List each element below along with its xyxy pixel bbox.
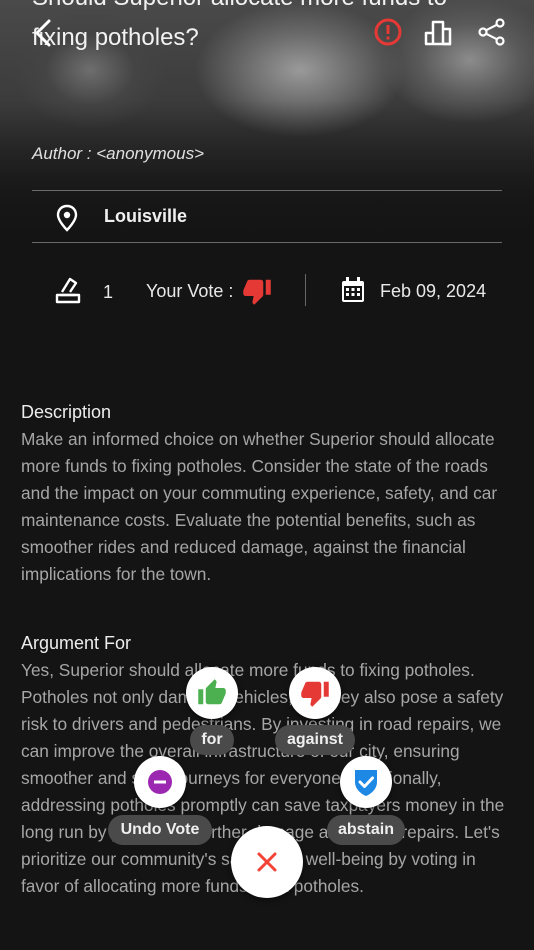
vote-for-label[interactable]: for: [190, 725, 234, 755]
close-icon: [257, 852, 277, 872]
chevron-left-icon: [35, 19, 51, 47]
undo-vote-label[interactable]: Undo Vote: [108, 815, 212, 845]
share-button[interactable]: [476, 16, 508, 48]
poll-date: Feb 09, 2024: [380, 281, 487, 301]
ballot-box-icon: [55, 277, 81, 304]
alert-icon: [374, 18, 402, 46]
report-button[interactable]: [372, 16, 404, 48]
vote-against-label[interactable]: against: [275, 725, 355, 755]
vote-for-button[interactable]: [186, 667, 238, 719]
undo-vote-button[interactable]: [134, 756, 186, 808]
description-heading: Description: [21, 402, 112, 422]
thumbs-down-icon: [243, 279, 271, 305]
divider: [32, 190, 502, 191]
podium-chart-icon: [424, 20, 452, 46]
minus-circle-icon: [148, 770, 172, 794]
thumbs-up-icon: [198, 679, 226, 705]
abstain-label[interactable]: abstain: [327, 815, 405, 845]
author-label: Author : <anonymous>: [32, 144, 205, 163]
results-button[interactable]: [422, 16, 454, 48]
location-name: Louisville: [104, 206, 188, 226]
thumbs-down-icon: [301, 681, 329, 707]
location-pin-icon: [56, 204, 78, 232]
vote-count: 1: [103, 282, 114, 302]
vote-stats-row: 1 Your Vote : Feb 09, 2024: [0, 270, 534, 310]
divider: [305, 274, 306, 306]
calendar-icon: [342, 277, 364, 302]
abstain-button[interactable]: [340, 756, 392, 808]
shield-check-icon: [355, 770, 377, 796]
divider: [32, 242, 502, 243]
argument-for-heading: Argument For: [21, 633, 132, 653]
share-icon: [478, 18, 505, 46]
close-menu-button[interactable]: [231, 826, 303, 898]
your-vote-label: Your Vote :: [146, 281, 234, 301]
back-button[interactable]: [28, 16, 58, 50]
hero-banner: Should Superior allocate more funds to f…: [0, 0, 534, 250]
location-row: Louisville: [32, 192, 502, 242]
vote-against-button[interactable]: [289, 667, 341, 719]
description-text: Make an informed choice on whether Super…: [21, 429, 498, 584]
